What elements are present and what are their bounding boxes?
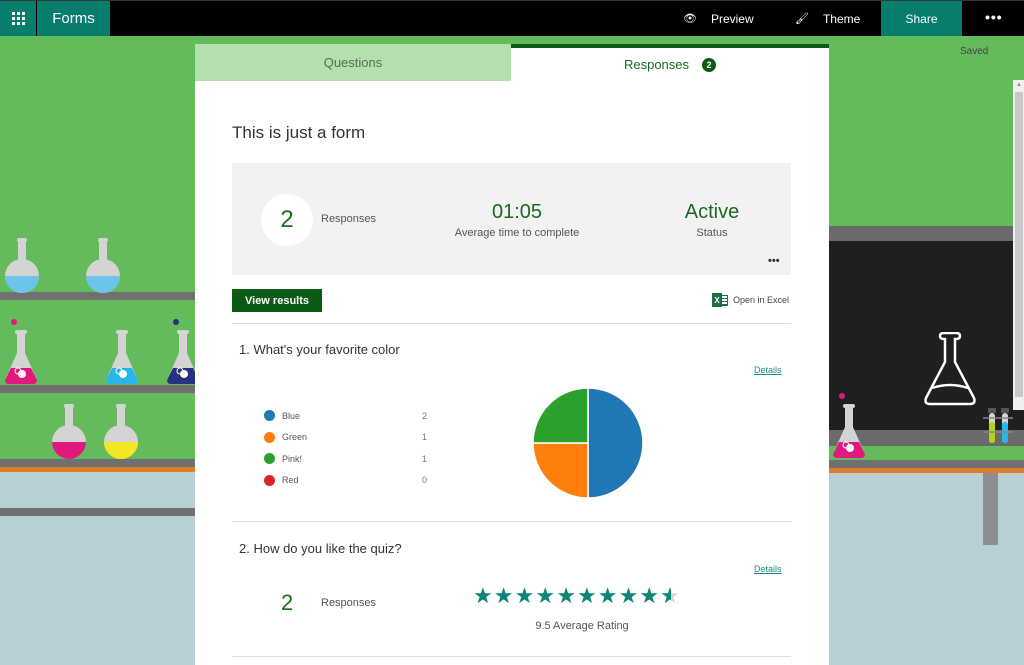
counter (828, 460, 1024, 468)
form-card: Questions Responses 2 This is just a for… (195, 44, 829, 665)
round-flask-icon (52, 404, 86, 459)
legend-item: Green 1 (264, 427, 434, 449)
tab-responses[interactable]: Responses 2 (511, 44, 829, 81)
summary-more-button[interactable]: ••• (768, 255, 780, 267)
round-flask-icon (5, 238, 39, 293)
open-in-excel-label: Open in Excel (733, 295, 790, 305)
theme-label: Theme (822, 11, 861, 26)
tab-responses-label: Responses (623, 57, 690, 72)
legend-item: Red 0 (264, 470, 434, 492)
legend-count: 0 (422, 475, 428, 486)
star-icon: ★ (618, 583, 639, 608)
status-value: Active (684, 201, 740, 223)
legend-swatch (264, 453, 275, 465)
share-button[interactable]: Share (881, 1, 962, 36)
open-in-excel-link[interactable]: X Open in Excel (712, 293, 789, 307)
star-icon: ★ (660, 585, 681, 608)
form-title: This is just a form (232, 123, 366, 142)
eye-icon: 👁 (683, 13, 697, 25)
app-name[interactable]: Forms (37, 1, 110, 36)
legend-label: Red (282, 475, 299, 486)
divider (232, 521, 791, 522)
excel-icon: X (712, 293, 728, 307)
pie-slice-green (532, 442, 589, 499)
more-options-button[interactable]: ••• (985, 9, 1003, 25)
tab-questions[interactable]: Questions (195, 44, 511, 81)
divider (232, 656, 791, 657)
scrollbar[interactable]: ▲ (1013, 80, 1024, 410)
chart-legend: Blue 2 Green 1 Pink! 1 Red 0 (264, 405, 434, 491)
responses-count: 2 (261, 194, 313, 246)
tab-bar: Questions Responses 2 (195, 44, 829, 81)
paint-brush-icon: 🖌 (795, 13, 809, 25)
chalk-flask-drawing (924, 332, 976, 406)
scrollbar-thumb[interactable] (1015, 92, 1023, 397)
response-summary: 2 Responses 01:05 Average time to comple… (232, 163, 791, 275)
responses-label: Responses (321, 213, 377, 225)
status-label: Status (696, 227, 728, 239)
question-2-responses-count: 2 (281, 590, 294, 615)
table-leg (983, 473, 998, 545)
star-icon: ★ (514, 583, 535, 608)
question-1-title: 1. What's your favorite color (239, 342, 400, 357)
conical-flask-icon (5, 319, 37, 384)
pie-chart (532, 387, 644, 499)
app-launcher-icon (11, 12, 25, 25)
rating-stars: ★ ★ ★ ★ ★ ★ ★ ★ ★ ★ (473, 583, 681, 608)
round-flask-icon (104, 404, 138, 459)
shelf (0, 385, 195, 393)
average-time-label: Average time to complete (454, 227, 580, 239)
floor (0, 472, 195, 665)
top-bar: Forms 👁 Preview 🖌 Theme Share ••• (0, 0, 1024, 36)
star-icon: ★ (597, 583, 618, 608)
pie-slice-blue (587, 387, 644, 499)
shelf (0, 508, 195, 516)
average-time: 01:05 Average time to complete (432, 201, 602, 239)
responses-count-badge: 2 (702, 57, 717, 72)
legend-label: Blue (282, 410, 301, 421)
question-2-title: 2. How do you like the quiz? (239, 541, 402, 556)
conical-flask-icon (106, 330, 138, 384)
shelf (0, 459, 195, 467)
app-launcher-button[interactable] (0, 1, 36, 36)
legend-swatch (264, 431, 275, 443)
pie-slice-pink (532, 387, 589, 444)
average-rating-label: 9.5 Average Rating (535, 620, 629, 632)
legend-item: Pink! 1 (264, 448, 434, 470)
save-status: Saved (960, 46, 989, 57)
legend-label: Green (282, 432, 308, 443)
average-time-value: 01:05 (491, 201, 543, 223)
star-icon: ★ (556, 583, 576, 608)
scroll-up-icon[interactable]: ▲ (1016, 82, 1022, 88)
preview-button[interactable]: 👁 Preview (683, 1, 754, 36)
conical-flask-icon (833, 393, 865, 458)
legend-count: 1 (422, 453, 428, 464)
question-2-details-link[interactable]: Details (754, 564, 782, 574)
legend-count: 2 (422, 410, 428, 421)
legend-swatch (264, 410, 275, 422)
divider (232, 323, 791, 324)
legend-swatch (264, 474, 275, 486)
star-icon: ★ (493, 583, 514, 608)
legend-count: 1 (422, 432, 428, 443)
legend-item: Blue 2 (264, 405, 434, 427)
round-flask-icon (86, 238, 120, 293)
preview-label: Preview (710, 11, 754, 26)
star-icon: ★ (639, 583, 660, 608)
star-icon: ★ (473, 583, 493, 608)
star-icon: ★ (576, 583, 597, 608)
test-tubes-icon (983, 408, 1013, 443)
question-2-responses-label: Responses (321, 597, 377, 609)
star-icon: ★ (535, 583, 556, 608)
form-status: Active Status (662, 201, 762, 239)
view-results-button[interactable]: View results (232, 289, 322, 312)
question-1-details-link[interactable]: Details (754, 365, 782, 375)
legend-label: Pink! (282, 453, 303, 464)
theme-button[interactable]: 🖌 Theme (795, 1, 860, 36)
